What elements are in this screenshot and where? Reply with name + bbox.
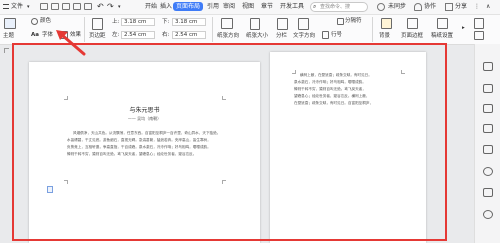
more-chevron-icon[interactable]: ▾ (118, 3, 121, 11)
bottom-margin-field[interactable]: 3.18 cm (172, 18, 206, 26)
top-margin-value: 3.18 cm (124, 19, 147, 25)
page-border-icon[interactable] (407, 18, 418, 29)
breaks-icon[interactable] (337, 18, 344, 25)
more-options-icon[interactable]: ⋮ (474, 0, 480, 14)
print-icon[interactable] (73, 3, 81, 10)
ribbon-more-icon[interactable]: ▸ (462, 25, 465, 32)
line-numbers-button[interactable]: 行号 (331, 32, 342, 39)
theme-icon[interactable] (4, 18, 16, 29)
left-margin-label: 左: (112, 32, 120, 38)
ribbon-extra-icon-2[interactable] (474, 31, 484, 40)
share-button[interactable]: 分享 (455, 0, 467, 14)
paper-size-icon[interactable] (250, 18, 260, 30)
redo-icon[interactable]: ↷ (107, 1, 114, 12)
margins-icon[interactable] (92, 18, 103, 30)
top-margin-label: 上: (112, 19, 120, 25)
save-icon[interactable] (62, 3, 70, 10)
paper-size-button[interactable]: 纸张大小 (246, 33, 268, 40)
search-icon: ⌕ (313, 3, 317, 10)
undo-icon[interactable]: ↶ (97, 1, 104, 12)
orientation-icon[interactable] (221, 18, 233, 29)
ribbon-separator (372, 17, 373, 42)
edit-tool-icon[interactable] (483, 104, 493, 113)
bottom-margin-label: 下: (162, 19, 170, 25)
theme-button[interactable]: 主题 (3, 33, 14, 40)
tab-developer[interactable]: 开发工具 (277, 2, 307, 11)
cursor-tool-icon[interactable] (483, 62, 493, 71)
share-tool-icon[interactable] (483, 188, 493, 197)
highlight-box (12, 43, 447, 241)
image-tool-icon[interactable] (483, 145, 493, 154)
open-icon[interactable] (51, 3, 59, 10)
layout-tool-icon[interactable] (483, 124, 493, 133)
palette-icon[interactable] (31, 18, 38, 25)
style-tool-icon[interactable] (483, 84, 493, 93)
text-direction-button[interactable]: 文字方向 (293, 33, 315, 40)
ribbon-separator (212, 17, 213, 42)
unsynced-label[interactable]: 未同步 (388, 0, 406, 14)
left-margin-field[interactable]: 2.54 cm (121, 31, 155, 39)
color-button[interactable]: 颜色 (40, 18, 51, 25)
columns-button[interactable]: 分栏 (276, 33, 287, 40)
right-margin-field[interactable]: 2.54 cm (172, 31, 206, 39)
font-button[interactable]: 字体 (42, 32, 53, 39)
background-icon[interactable] (381, 18, 392, 29)
draft-settings-button[interactable]: 稿纸设置 (431, 33, 453, 40)
file-menu[interactable]: 文件 (11, 0, 23, 14)
tab-view[interactable]: 视图 (239, 2, 257, 11)
sync-icon[interactable] (377, 3, 385, 11)
right-margin-value: 2.54 cm (175, 32, 198, 38)
collaborate-button[interactable]: 协作 (424, 0, 436, 14)
background-button[interactable]: 背景 (379, 33, 390, 40)
margins-button[interactable]: 页边距 (89, 33, 106, 40)
page-border-button[interactable]: 页面边框 (401, 33, 423, 40)
tab-review[interactable]: 审阅 (220, 2, 238, 11)
ribbon-extra-icon[interactable] (474, 18, 484, 29)
menu-bar: 文件 ▾ ↶ ↷ ▾ 开始 插入 页面布局 引用 审阅 视图 章节 开发工具 ⌕… (0, 0, 500, 15)
left-gutter-marker (4, 48, 9, 53)
line-numbers-icon[interactable] (322, 31, 329, 39)
arrow-annotation-icon (56, 30, 86, 56)
preview-icon[interactable] (84, 3, 92, 10)
top-margin-field[interactable]: 3.18 cm (121, 18, 155, 26)
command-search[interactable]: ⌕ 查找命令、搜 (310, 2, 368, 12)
tab-chapter[interactable]: 章节 (258, 2, 276, 11)
location-tool-icon[interactable] (483, 167, 493, 176)
font-icon[interactable]: Aa (31, 32, 39, 39)
collaborate-icon[interactable] (414, 3, 422, 11)
text-direction-icon[interactable] (298, 18, 309, 30)
columns-icon[interactable] (277, 18, 288, 30)
orientation-button[interactable]: 纸张方向 (217, 33, 239, 40)
search-input[interactable]: 查找命令、搜 (320, 3, 350, 11)
left-margin-value: 2.54 cm (124, 32, 147, 38)
draft-settings-icon[interactable] (437, 18, 448, 29)
share-icon[interactable] (445, 3, 453, 11)
right-margin-label: 右: (162, 32, 170, 38)
breaks-button[interactable]: 分隔符 (345, 18, 362, 25)
collapse-ribbon-icon[interactable]: ∧ (486, 0, 490, 14)
tab-page-layout[interactable]: 页面布局 (173, 2, 204, 11)
new-doc-icon[interactable] (40, 3, 48, 10)
bottom-margin-value: 3.18 cm (175, 19, 198, 25)
hamburger-icon[interactable] (3, 4, 9, 9)
help-tool-icon[interactable] (483, 210, 493, 219)
dropdown-chevron-icon[interactable]: ▾ (27, 4, 30, 10)
